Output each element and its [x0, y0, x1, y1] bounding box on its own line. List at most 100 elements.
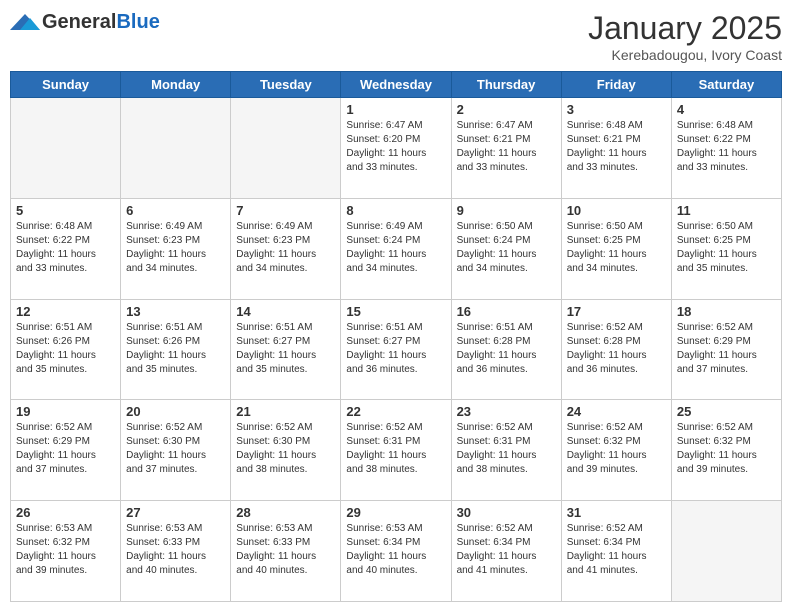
header-tuesday: Tuesday [231, 72, 341, 98]
calendar-row: 5Sunrise: 6:48 AMSunset: 6:22 PMDaylight… [11, 198, 782, 299]
day-number: 6 [126, 203, 225, 218]
day-number: 29 [346, 505, 445, 520]
day-info: Sunrise: 6:47 AMSunset: 6:21 PMDaylight:… [457, 119, 556, 175]
day-number: 28 [236, 505, 335, 520]
day-info: Sunrise: 6:52 AMSunset: 6:30 PMDaylight:… [126, 421, 225, 477]
calendar-cell: 8 Sunrise: 6:49 AMSunset: 6:24 PMDaylight… [341, 198, 451, 299]
day-info: Sunrise: 6:52 AMSunset: 6:31 PMDaylight:… [457, 421, 556, 477]
calendar-cell: 18 Sunrise: 6:52 AMSunset: 6:29 PMDayligh… [671, 299, 781, 400]
day-number: 1 [346, 102, 445, 117]
calendar-cell: 25Sunrise: 6:52 AMSunset: 6:32 PMDayligh… [671, 400, 781, 501]
day-number: 27 [126, 505, 225, 520]
day-info: Sunrise: 6:50 AMSunset: 6:25 PMDaylight:… [567, 220, 666, 276]
calendar-cell: 28Sunrise: 6:53 AMSunset: 6:33 PMDayligh… [231, 501, 341, 602]
calendar-cell: 11 Sunrise: 6:50 AMSunset: 6:25 PMDayligh… [671, 198, 781, 299]
day-number: 12 [16, 304, 115, 319]
header-thursday: Thursday [451, 72, 561, 98]
day-number: 11 [677, 203, 776, 218]
calendar-cell: 20 Sunrise: 6:52 AMSunset: 6:30 PMDayligh… [121, 400, 231, 501]
day-number: 24 [567, 404, 666, 419]
day-info: Sunrise: 6:53 AMSunset: 6:33 PMDaylight:… [126, 522, 225, 578]
day-info: Sunrise: 6:52 AMSunset: 6:32 PMDaylight:… [567, 421, 666, 477]
day-info: Sunrise: 6:49 AMSunset: 6:24 PMDaylight:… [346, 220, 445, 276]
calendar-cell: 6Sunrise: 6:49 AMSunset: 6:23 PMDaylight… [121, 198, 231, 299]
calendar-cell: 19Sunrise: 6:52 AMSunset: 6:29 PMDayligh… [11, 400, 121, 501]
day-number: 3 [567, 102, 666, 117]
calendar-row: 1Sunrise: 6:47 AMSunset: 6:20 PMDaylight… [11, 98, 782, 199]
day-number: 14 [236, 304, 335, 319]
day-info: Sunrise: 6:51 AMSunset: 6:26 PMDaylight:… [16, 321, 115, 377]
day-number: 2 [457, 102, 556, 117]
calendar-row: 26 Sunrise: 6:53 AMSunset: 6:32 PMDayligh… [11, 501, 782, 602]
calendar-cell: 23 Sunrise: 6:52 AMSunset: 6:31 PMDayligh… [451, 400, 561, 501]
calendar-cell: 3 Sunrise: 6:48 AMSunset: 6:21 PMDaylight… [561, 98, 671, 199]
calendar-cell: 15 Sunrise: 6:51 AMSunset: 6:27 PMDayligh… [341, 299, 451, 400]
day-number: 4 [677, 102, 776, 117]
day-header-row: Sunday Monday Tuesday Wednesday Thursday… [11, 72, 782, 98]
day-info: Sunrise: 6:53 AMSunset: 6:32 PMDaylight:… [16, 522, 115, 578]
calendar-cell: 2 Sunrise: 6:47 AMSunset: 6:21 PMDaylight… [451, 98, 561, 199]
calendar-cell [231, 98, 341, 199]
calendar-body: 1Sunrise: 6:47 AMSunset: 6:20 PMDaylight… [11, 98, 782, 602]
calendar-cell: 10 Sunrise: 6:50 AMSunset: 6:25 PMDayligh… [561, 198, 671, 299]
day-number: 9 [457, 203, 556, 218]
day-info: Sunrise: 6:51 AMSunset: 6:27 PMDaylight:… [236, 321, 335, 377]
day-number: 13 [126, 304, 225, 319]
day-info: Sunrise: 6:52 AMSunset: 6:29 PMDaylight:… [677, 321, 776, 377]
calendar-cell: 30Sunrise: 6:52 AMSunset: 6:34 PMDayligh… [451, 501, 561, 602]
logo-blue-text: Blue [116, 11, 159, 33]
day-number: 21 [236, 404, 335, 419]
calendar-cell [11, 98, 121, 199]
day-info: Sunrise: 6:52 AMSunset: 6:31 PMDaylight:… [346, 421, 445, 477]
day-number: 31 [567, 505, 666, 520]
day-info: Sunrise: 6:49 AMSunset: 6:23 PMDaylight:… [236, 220, 335, 276]
calendar-cell: 17Sunrise: 6:52 AMSunset: 6:28 PMDayligh… [561, 299, 671, 400]
day-info: Sunrise: 6:50 AMSunset: 6:24 PMDaylight:… [457, 220, 556, 276]
day-number: 15 [346, 304, 445, 319]
header-saturday: Saturday [671, 72, 781, 98]
calendar-cell: 27 Sunrise: 6:53 AMSunset: 6:33 PMDayligh… [121, 501, 231, 602]
day-number: 26 [16, 505, 115, 520]
day-number: 22 [346, 404, 445, 419]
calendar-cell: 13 Sunrise: 6:51 AMSunset: 6:26 PMDayligh… [121, 299, 231, 400]
calendar-cell [671, 501, 781, 602]
header: GeneralBlue January 2025 Kerebadougou, I… [10, 10, 782, 63]
header-wednesday: Wednesday [341, 72, 451, 98]
logo-general-text: General [42, 11, 116, 33]
logo: GeneralBlue [10, 10, 160, 34]
header-sunday: Sunday [11, 72, 121, 98]
calendar-cell: 4Sunrise: 6:48 AMSunset: 6:22 PMDaylight… [671, 98, 781, 199]
day-info: Sunrise: 6:52 AMSunset: 6:30 PMDaylight:… [236, 421, 335, 477]
page: GeneralBlue January 2025 Kerebadougou, I… [0, 0, 792, 612]
header-monday: Monday [121, 72, 231, 98]
day-info: Sunrise: 6:48 AMSunset: 6:21 PMDaylight:… [567, 119, 666, 175]
calendar-cell: 1Sunrise: 6:47 AMSunset: 6:20 PMDaylight… [341, 98, 451, 199]
location: Kerebadougou, Ivory Coast [588, 47, 782, 63]
day-number: 18 [677, 304, 776, 319]
day-info: Sunrise: 6:48 AMSunset: 6:22 PMDaylight:… [16, 220, 115, 276]
day-number: 16 [457, 304, 556, 319]
header-friday: Friday [561, 72, 671, 98]
calendar-cell: 21 Sunrise: 6:52 AMSunset: 6:30 PMDayligh… [231, 400, 341, 501]
month-title: January 2025 [588, 10, 782, 47]
day-number: 19 [16, 404, 115, 419]
calendar-row: 12 Sunrise: 6:51 AMSunset: 6:26 PMDayligh… [11, 299, 782, 400]
day-info: Sunrise: 6:52 AMSunset: 6:32 PMDaylight:… [677, 421, 776, 477]
calendar-table: Sunday Monday Tuesday Wednesday Thursday… [10, 71, 782, 602]
calendar-cell: 24 Sunrise: 6:52 AMSunset: 6:32 PMDayligh… [561, 400, 671, 501]
day-number: 23 [457, 404, 556, 419]
day-number: 7 [236, 203, 335, 218]
day-number: 8 [346, 203, 445, 218]
calendar-cell: 14 Sunrise: 6:51 AMSunset: 6:27 PMDayligh… [231, 299, 341, 400]
calendar-row: 19Sunrise: 6:52 AMSunset: 6:29 PMDayligh… [11, 400, 782, 501]
calendar-cell: 16Sunrise: 6:51 AMSunset: 6:28 PMDayligh… [451, 299, 561, 400]
day-info: Sunrise: 6:52 AMSunset: 6:34 PMDaylight:… [457, 522, 556, 578]
day-number: 10 [567, 203, 666, 218]
calendar-cell: 9 Sunrise: 6:50 AMSunset: 6:24 PMDaylight… [451, 198, 561, 299]
calendar-cell: 22 Sunrise: 6:52 AMSunset: 6:31 PMDayligh… [341, 400, 451, 501]
day-info: Sunrise: 6:51 AMSunset: 6:27 PMDaylight:… [346, 321, 445, 377]
logo-icon [10, 10, 40, 34]
day-info: Sunrise: 6:51 AMSunset: 6:26 PMDaylight:… [126, 321, 225, 377]
day-info: Sunrise: 6:50 AMSunset: 6:25 PMDaylight:… [677, 220, 776, 276]
day-number: 20 [126, 404, 225, 419]
